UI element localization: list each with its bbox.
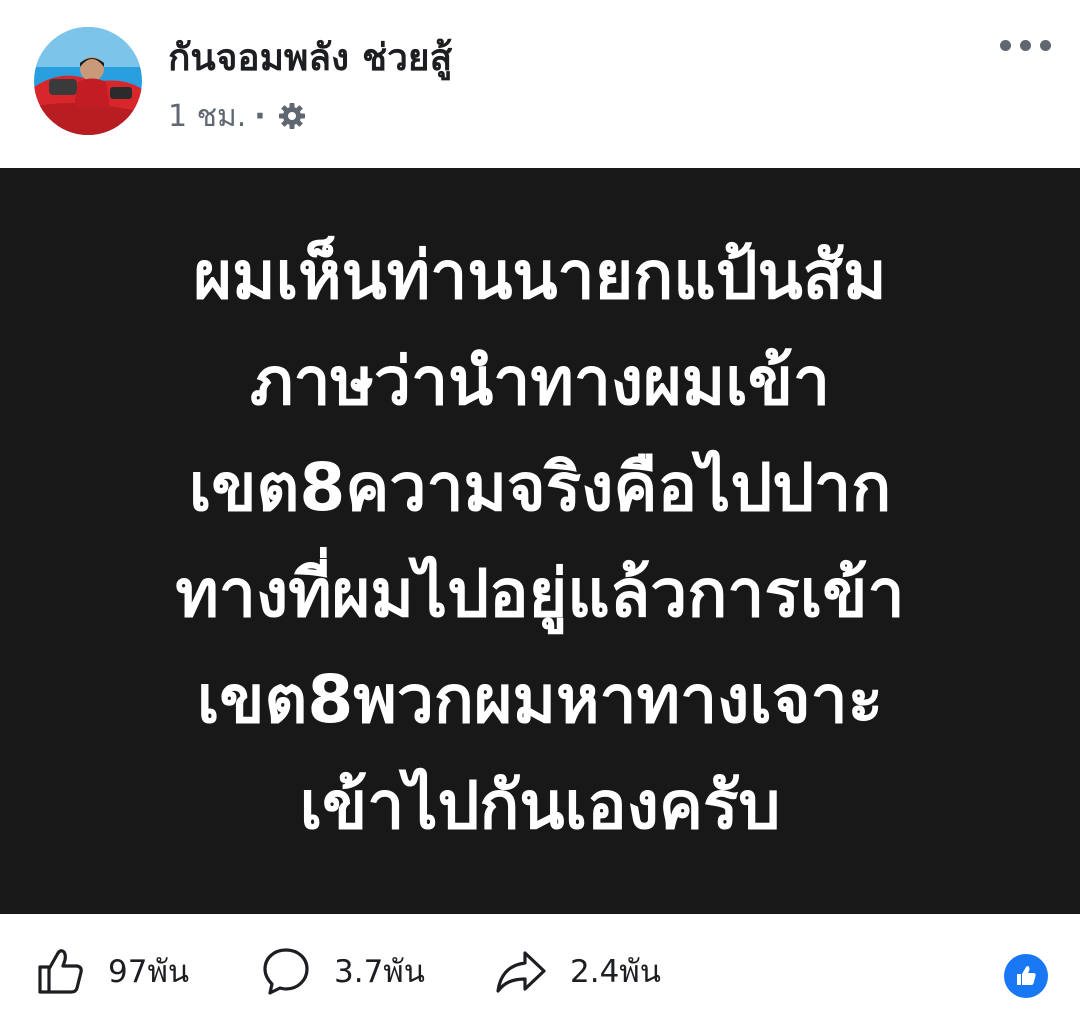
author-name[interactable]: กันจอมพลัง ช่วยสู้ — [168, 28, 452, 87]
share-count: 2.4พัน — [570, 954, 661, 990]
content-line: ภาษว่านำทางผมเข้า — [249, 343, 831, 420]
content-line: เขต8พวกผมหาทางเจาะ — [196, 661, 884, 738]
thumbs-up-icon — [1017, 966, 1036, 985]
content-line: เข้าไปกันเองครับ — [299, 767, 781, 844]
like-reaction-badge[interactable] — [1004, 954, 1048, 998]
post-time[interactable]: 1 ชม. — [168, 93, 246, 140]
share-button[interactable]: 2.4พัน — [494, 914, 661, 1028]
like-count: 97พัน — [108, 954, 190, 990]
comment-button[interactable]: 3.7พัน — [260, 914, 425, 1028]
meta-separator: · — [254, 98, 266, 134]
content-line: ทางที่ผมไปอยู่แล้วการเข้า — [175, 555, 905, 632]
gear-icon[interactable] — [276, 100, 308, 132]
like-icon — [38, 949, 83, 994]
facebook-post: กันจอมพลัง ช่วยสู้ 1 ชม. · ผมเห็นท่านนาย… — [0, 0, 1080, 1028]
post-footer: 97พัน 3.7พัน 2.4พัน — [0, 914, 1080, 1028]
comment-count: 3.7พัน — [334, 954, 425, 990]
like-button[interactable]: 97พัน — [34, 914, 189, 1028]
avatar[interactable] — [34, 27, 142, 135]
content-line: ผมเห็นท่านนายกแป้นสัม — [193, 237, 887, 314]
share-icon — [496, 951, 546, 993]
post-header: กันจอมพลัง ช่วยสู้ 1 ชม. · — [0, 0, 1080, 168]
content-line: เขต8ความจริงคือไปปาก — [188, 449, 892, 526]
post-meta: 1 ชม. · — [168, 96, 308, 136]
post-content-background: ผมเห็นท่านนายกแป้นสัม ภาษว่านำทางผมเข้า … — [0, 168, 1080, 914]
comment-icon — [263, 948, 309, 995]
more-options-icon[interactable] — [998, 36, 1054, 56]
post-content-text: ผมเห็นท่านนายกแป้นสัม ภาษว่านำทางผมเข้า … — [70, 223, 1010, 859]
